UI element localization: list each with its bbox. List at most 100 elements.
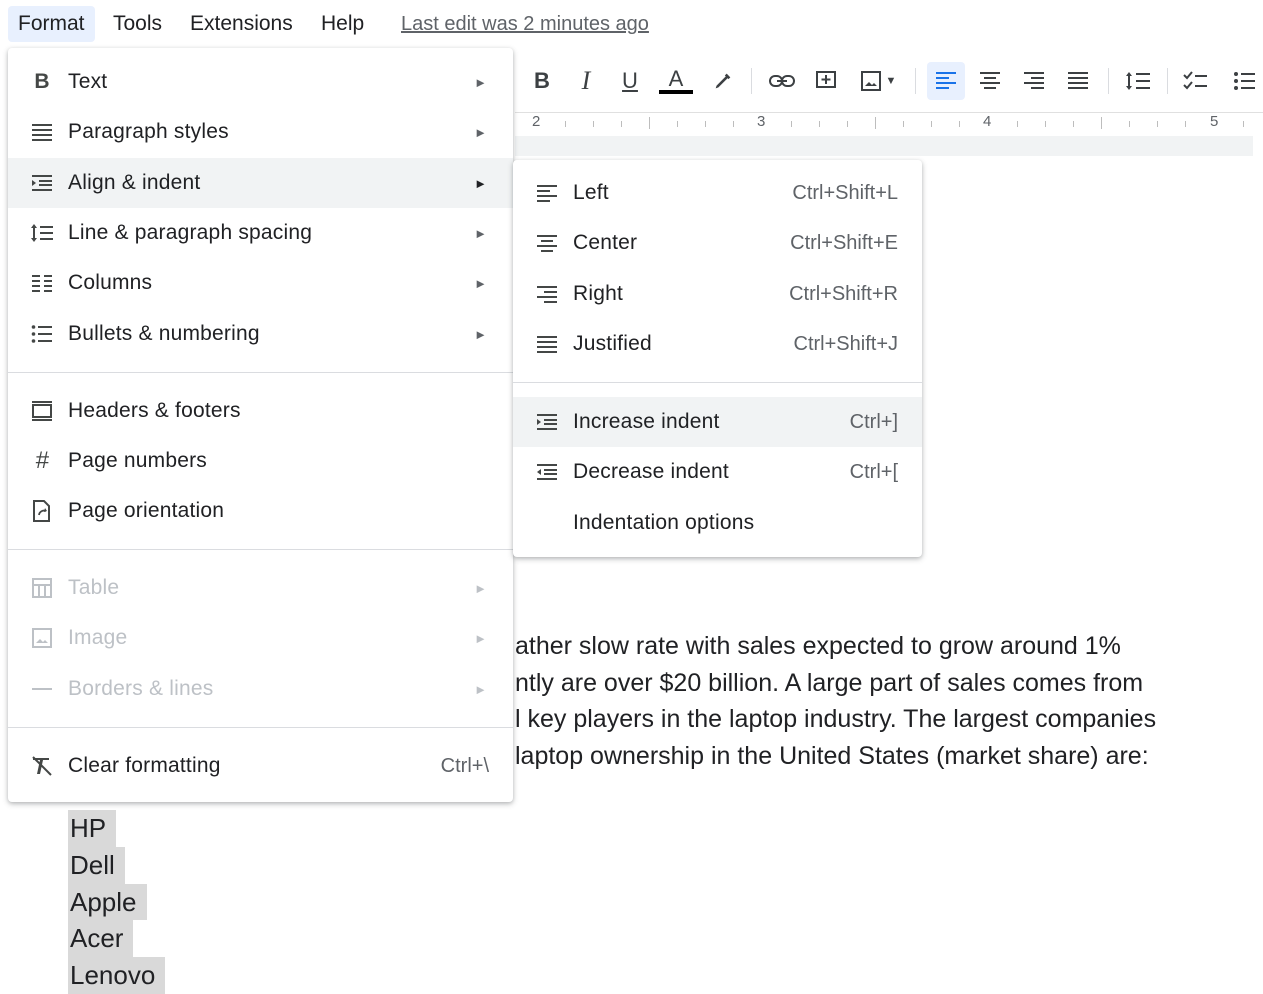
bullets-icon [28, 320, 56, 348]
comment-icon[interactable] [807, 62, 845, 100]
menu-item-label: Borders & lines [68, 677, 214, 700]
menu-item-label: Page orientation [68, 499, 225, 522]
ruler-margin-band [515, 136, 1253, 156]
page-orientation-icon [28, 497, 56, 525]
toolbar: B I U A ▼ [515, 52, 1263, 110]
shortcut-label: Ctrl+[ [849, 460, 898, 483]
menu-tools[interactable]: Tools [103, 6, 172, 42]
link-icon[interactable] [763, 62, 801, 100]
line-spacing-icon [28, 219, 56, 247]
bullet-list-icon[interactable] [1225, 62, 1263, 100]
document-line: ntly are over $20 billion. A large part … [515, 668, 1144, 697]
menu-divider [8, 372, 513, 373]
header-footer-icon [28, 397, 56, 425]
menu-help[interactable]: Help [311, 6, 374, 42]
menu-item-label: Bullets & numbering [68, 322, 260, 345]
checklist-icon[interactable] [1177, 62, 1215, 100]
align-right-icon[interactable] [1015, 62, 1053, 100]
menu-extensions[interactable]: Extensions [180, 6, 303, 42]
line-spacing-icon[interactable] [1119, 62, 1157, 100]
menu-item-align-indent[interactable]: Align & indent ► [8, 158, 513, 208]
list-item: Lenovo [68, 957, 166, 994]
align-left-icon [533, 179, 561, 207]
menu-item-label: Page numbers [68, 449, 207, 472]
menu-item-paragraph-styles[interactable]: Paragraph styles ► [8, 107, 513, 157]
align-justify-icon[interactable] [1059, 62, 1097, 100]
submenu-arrow-icon: ► [474, 124, 487, 140]
menu-item-borders-lines[interactable]: Borders & lines ► [8, 664, 513, 714]
hash-icon: # [35, 447, 49, 474]
menu-item-label: Text [68, 70, 108, 93]
menu-item-indentation-options[interactable]: Indentation options [513, 498, 922, 548]
menu-item-label: Center [573, 231, 638, 254]
submenu-arrow-icon: ► [474, 275, 487, 291]
format-menu: B Text ► Paragraph styles ► Align & inde… [8, 48, 513, 802]
menu-item-align-center[interactable]: Center Ctrl+Shift+E [513, 218, 922, 268]
menu-item-page-orientation[interactable]: Page orientation [8, 486, 513, 536]
submenu-arrow-icon: ► [474, 74, 487, 90]
menu-divider [8, 727, 513, 728]
document-paragraph: ather slow rate with sales expected to g… [515, 628, 1156, 774]
ruler-number: 5 [1210, 113, 1219, 130]
last-edit-link[interactable]: Last edit was 2 minutes ago [401, 6, 649, 42]
list-item: Apple [68, 883, 147, 921]
ruler-number: 3 [757, 113, 766, 130]
underline-icon[interactable]: U [611, 62, 649, 100]
menu-item-image[interactable]: Image ► [8, 613, 513, 663]
submenu-arrow-icon: ► [474, 681, 487, 697]
menu-item-label: Clear formatting [68, 754, 221, 777]
image-icon [28, 624, 56, 652]
shortcut-label: Ctrl+Shift+L [792, 181, 898, 204]
text-color-icon[interactable]: A [657, 62, 695, 100]
bold-icon: B [34, 70, 50, 93]
shortcut-label: Ctrl+\ [440, 754, 489, 777]
menu-item-columns[interactable]: Columns ► [8, 258, 513, 308]
submenu-arrow-icon: ► [474, 580, 487, 596]
menu-item-label: Image [68, 626, 128, 649]
image-icon[interactable]: ▼ [853, 62, 903, 100]
list-item: HP [68, 810, 117, 847]
shortcut-label: Ctrl+Shift+E [790, 231, 898, 254]
menu-item-bullets-numbering[interactable]: Bullets & numbering ► [8, 309, 513, 359]
table-icon [28, 574, 56, 602]
menu-item-increase-indent[interactable]: Increase indent Ctrl+] [513, 397, 922, 447]
submenu-arrow-icon: ► [474, 225, 487, 241]
menu-item-align-justified[interactable]: Justified Ctrl+Shift+J [513, 319, 922, 369]
shortcut-label: Ctrl+] [849, 410, 898, 433]
submenu-arrow-icon: ► [474, 175, 487, 191]
borders-icon [28, 675, 56, 703]
menu-item-label: Decrease indent [573, 460, 729, 483]
menu-item-text[interactable]: B Text ► [8, 57, 513, 107]
menu-item-page-numbers[interactable]: # Page numbers [8, 436, 513, 486]
bold-icon[interactable]: B [523, 62, 561, 100]
menu-format[interactable]: Format [8, 6, 95, 42]
align-center-icon[interactable] [971, 62, 1009, 100]
paragraph-styles-icon [28, 118, 56, 146]
submenu-arrow-icon: ► [474, 630, 487, 646]
italic-icon[interactable]: I [567, 62, 605, 100]
list-item: Dell [68, 846, 125, 884]
menu-item-clear-formatting[interactable]: Clear formatting Ctrl+\ [8, 741, 513, 791]
menu-item-label: Increase indent [573, 410, 720, 433]
company-list: HP Dell Apple Acer Lenovo [68, 810, 166, 994]
document-line: ather slow rate with sales expected to g… [515, 632, 1121, 660]
decrease-indent-icon [533, 458, 561, 486]
menu-item-label: Indentation options [573, 511, 755, 534]
shortcut-label: Ctrl+Shift+J [793, 332, 898, 355]
align-justify-icon [533, 330, 561, 358]
highlight-icon[interactable] [704, 62, 742, 100]
menu-item-align-left[interactable]: Left Ctrl+Shift+L [513, 168, 922, 218]
menu-item-label: Align & indent [68, 171, 201, 194]
align-right-icon [533, 280, 561, 308]
menu-item-align-right[interactable]: Right Ctrl+Shift+R [513, 269, 922, 319]
list-item: Acer [68, 920, 134, 958]
menu-item-decrease-indent[interactable]: Decrease indent Ctrl+[ [513, 447, 922, 497]
menu-item-headers-footers[interactable]: Headers & footers [8, 386, 513, 436]
clear-formatting-icon [28, 752, 56, 780]
menu-item-label: Columns [68, 271, 153, 294]
menu-item-line-spacing[interactable]: Line & paragraph spacing ► [8, 208, 513, 258]
align-indent-icon [28, 169, 56, 197]
align-left-icon[interactable] [927, 62, 965, 100]
menu-item-label: Headers & footers [68, 399, 241, 422]
menu-item-table[interactable]: Table ► [8, 563, 513, 613]
